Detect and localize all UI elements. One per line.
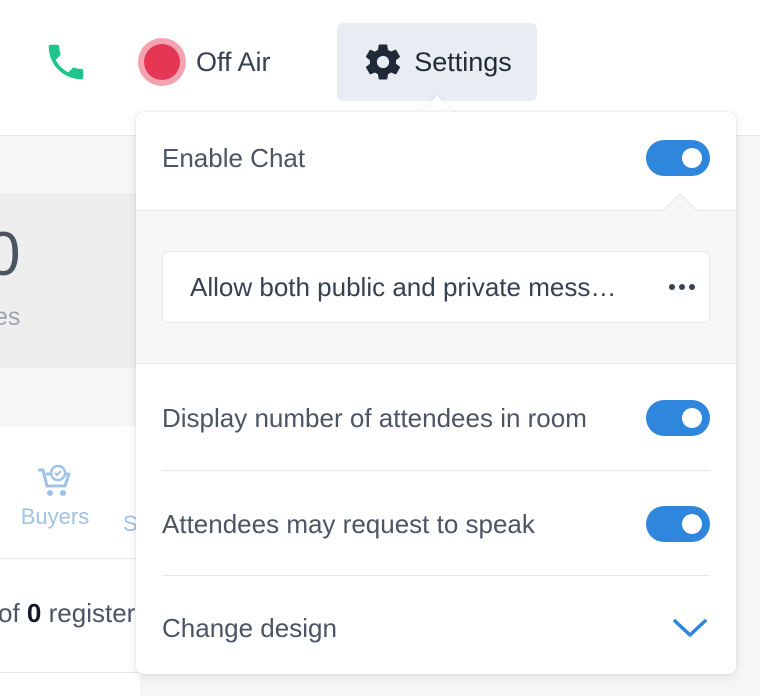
request-to-speak-label: Attendees may request to speak [162, 508, 535, 539]
enable-chat-row: Enable Chat [162, 134, 710, 182]
more-options-icon[interactable] [669, 284, 695, 290]
divider [0, 672, 140, 673]
phone-icon [48, 44, 84, 80]
tab-buyers[interactable]: Buyers [12, 464, 98, 540]
call-button[interactable] [40, 38, 92, 86]
settings-dropdown: Enable Chat Allow both public and privat… [136, 112, 736, 674]
off-air-indicator-icon [138, 38, 186, 86]
registrant-count-text: of 0 register [0, 598, 135, 629]
chat-mode-select[interactable]: Allow both public and private mess… [162, 251, 710, 323]
tab-buyers-label: Buyers [20, 504, 90, 529]
enable-chat-toggle[interactable] [646, 140, 710, 176]
broadcast-status-toggle[interactable]: Off Air [138, 38, 271, 86]
settings-label: Settings [414, 46, 512, 77]
chat-mode-value: Allow both public and private mess… [190, 271, 617, 302]
gear-icon [366, 44, 401, 80]
enable-chat-label: Enable Chat [162, 142, 306, 173]
stat-value: 0 [0, 220, 21, 289]
broadcast-status-label: Off Air [196, 46, 271, 77]
divider [162, 575, 710, 576]
stat-card: 0 es [0, 193, 140, 368]
chevron-down-icon[interactable] [670, 608, 710, 648]
registrant-prefix: of [0, 598, 20, 628]
settings-button[interactable]: Settings [337, 23, 537, 101]
tabs-divider [0, 558, 140, 559]
change-design-label: Change design [162, 612, 337, 643]
display-attendees-toggle[interactable] [646, 400, 710, 436]
stat-label: es [0, 303, 21, 331]
request-to-speak-row: Attendees may request to speak [162, 500, 710, 548]
registrant-count: 0 [26, 598, 42, 628]
display-attendees-label: Display number of attendees in room [162, 402, 587, 433]
divider [162, 470, 710, 471]
registrant-suffix: register [48, 598, 136, 628]
chat-options-panel: Allow both public and private mess… [136, 210, 736, 364]
display-attendees-row: Display number of attendees in room [162, 394, 710, 442]
cart-check-icon [38, 464, 71, 496]
request-to-speak-toggle[interactable] [646, 506, 710, 542]
change-design-row[interactable]: Change design [162, 604, 710, 652]
